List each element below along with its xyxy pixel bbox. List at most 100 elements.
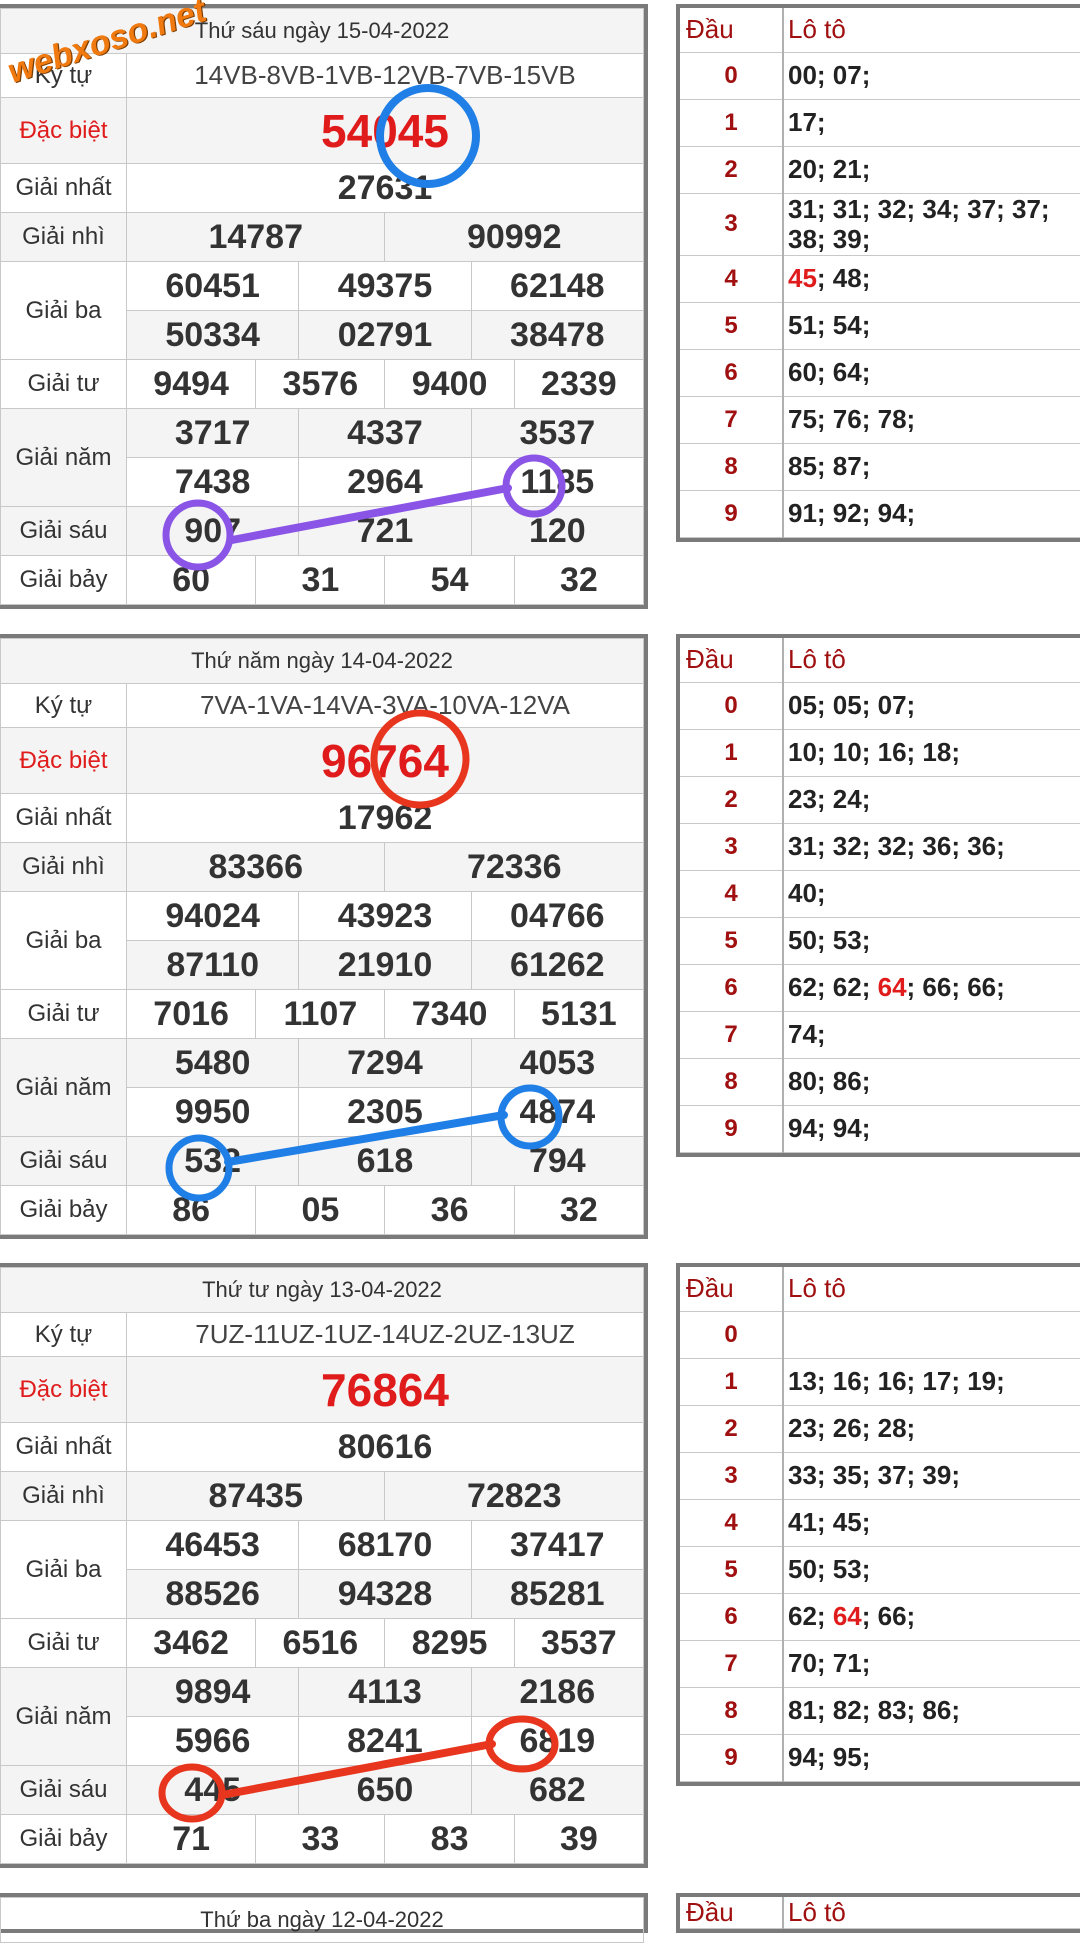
draws-2-third-3: 88526 [125,1569,300,1619]
draws-0-loto-6-v: 60; 64; [783,349,1080,397]
fifth-row: Giải năm 5480 7294 4053 [0,1038,645,1137]
draws-0-seventh-1: 31 [255,555,386,605]
draws-0-third-4: 02791 [298,310,472,360]
sixth-row: Giải sáu 532 618 794 [0,1136,645,1186]
draws-2-loto-2-v: 23; 26; 28; [783,1405,1080,1453]
draws-2-loto-5-v: 50; 53; [783,1546,1080,1594]
draws-0-loto-6-d: 6 [680,349,784,397]
first-row: Giải nhất 17962 [0,793,644,843]
draws-2-seventh-0: 71 [125,1814,257,1864]
first-row: Giải nhất 80616 [0,1422,644,1472]
draws-1-seventh-0: 86 [125,1185,257,1235]
labels-fourth: Giải tư [0,1618,127,1668]
loto-row: 5 50; 53; [680,1546,1080,1594]
draws-2-fifth-0: 9894 [125,1667,300,1717]
labels-seventh: Giải bảy [0,555,127,605]
loto-post: ; 48; [816,263,871,293]
draws-2-fourth-2: 8295 [384,1618,515,1668]
labels-fourth: Giải tư [0,359,127,409]
loto-row: 3 31; 32; 32; 36; 36; [680,823,1080,871]
seventh-row: Giải bảy 60 31 54 32 [0,555,645,605]
fourth-row: Giải tư 9494 3576 9400 2339 [0,359,645,409]
draws-1-sixth-1: 618 [298,1136,472,1186]
draws-1-loto-2-d: 2 [680,776,784,824]
draws-2-fourth-3: 3537 [513,1618,645,1668]
draws-2-loto-5-d: 5 [680,1546,784,1594]
loto-values: 62; 62; 64; 66; 66; [783,964,1080,1012]
draws-1-loto-5-d: 5 [680,917,784,965]
loto-row: 7 75; 76; 78; [680,396,1080,444]
loto-row: 7 70; 71; [680,1640,1080,1688]
draws-1-fifth-3: 9950 [125,1087,300,1137]
labels-code: Ký tự [0,683,127,728]
loto-row: 2 20; 21; [680,146,1080,194]
third-row: Giải ba 60451 49375 62148 [0,261,645,360]
draws-2-fifth-5: 6819 [470,1716,645,1766]
loto-table-1: Đầu Lô tô 0 00; 07; 1 17; 2 20; 21; 3 31; 31; 32;… [676,4,1080,542]
draws-2-second-0: 87435 [125,1471,386,1521]
loto-row: 6 62; 62; 64; 66; 66; [680,964,1080,1012]
draws-1-sixth-2: 794 [470,1136,645,1186]
fourth-row: Giải tư 7016 1107 7340 5131 [0,989,645,1039]
draws-0-fifth-3: 7438 [125,457,300,507]
draws-1-code: 7VA-1VA-14VA-3VA-10VA-12VA [126,683,644,728]
draws-2-loto-2-d: 2 [680,1405,784,1453]
draws-1-fourth-1: 1107 [255,989,386,1039]
draws-1-fifth-1: 7294 [298,1038,472,1088]
labels-loto_head: Đầu [680,638,784,683]
results-table-1: Thứ sáu ngày 15-04-2022 Ký tự 14VB-8VB-1VB… [0,4,648,609]
draws-0-first: 27631 [126,163,644,213]
draws-1-title: Thứ năm ngày 14-04-2022 [0,638,644,684]
draws-0-loto-8-v: 85; 87; [783,443,1080,491]
draws-0-loto-0-d: 0 [680,52,784,100]
draws-1-loto-5-v: 50; 53; [783,917,1080,965]
loto-row: 9 91; 92; 94; [680,490,1080,538]
loto-highlight: 64 [877,972,907,1002]
draws-0-loto-2-v: 20; 21; [783,146,1080,194]
loto-header-row: Đầu Lô tô [680,638,1080,683]
draws-2-loto-0-d: 0 [680,1311,784,1359]
third-row: Giải ba 46453 68170 37417 [0,1520,645,1619]
loto-highlight: 64 [832,1601,862,1631]
loto-row: 4 40; [680,870,1080,918]
labels-sixth: Giải sáu [0,506,127,556]
draws-1-seventh-1: 05 [255,1185,386,1235]
draws-0-fourth-0: 9494 [125,359,257,409]
draws-0-loto-2-d: 2 [680,146,784,194]
results-table-2: Thứ năm ngày 14-04-2022 Ký tự 7VA-1VA-14VA… [0,634,648,1239]
loto-table-2: Đầu Lô tô 0 05; 05; 07; 1 10; 10; 16; 18; 2 23;… [676,634,1080,1157]
second-row: Giải nhì 83366 72336 [0,842,644,892]
loto-values: 62; 64; 66; [783,1593,1080,1641]
loto-row: 4 41; 45; [680,1499,1080,1547]
labels-special: Đặc biệt [0,1356,127,1423]
loto-row: 0 00; 07; [680,52,1080,100]
labels-code: Ký tự [0,1312,127,1357]
draws-0-loto-8-d: 8 [680,443,784,491]
labels-fifth: Giải năm [0,1667,127,1766]
labels-loto_head: Đầu [680,1267,784,1312]
loto-row: 6 60; 64; [680,349,1080,397]
fourth-row: Giải tư 3462 6516 8295 3537 [0,1618,645,1668]
draws-2-fifth-3: 5966 [125,1716,300,1766]
draws-2-sixth-0: 445 [125,1765,300,1815]
draws-1-fifth-4: 2305 [298,1087,472,1137]
draws-2-third-4: 94328 [298,1569,472,1619]
loto-header-row: Đầu Lô tô [680,1267,1080,1312]
loto-row: 5 50; 53; [680,917,1080,965]
draws-0-seventh-0: 60 [125,555,257,605]
draws-2-loto-8-v: 81; 82; 83; 86; [783,1687,1080,1735]
draws-1-loto-3-v: 31; 32; 32; 36; 36; [783,823,1080,871]
loto-row: 7 74; [680,1011,1080,1059]
draws-0-fourth-2: 9400 [384,359,515,409]
draws-0-fifth-0: 3717 [125,408,300,458]
draws-1-sixth-0: 532 [125,1136,300,1186]
draws-0-loto-3-v: 31; 31; 32; 34; 37; 37; 38; 39; [783,193,1080,256]
draws-0-loto-5-d: 5 [680,302,784,350]
draws-2-loto-4-d: 4 [680,1499,784,1547]
draws-1-loto-1-v: 10; 10; 16; 18; [783,729,1080,777]
draws-1-loto-4-d: 4 [680,870,784,918]
labels-special: Đặc biệt [0,97,127,164]
draws-1-third-3: 87110 [125,940,300,990]
draws-2-loto-6-d: 6 [680,1593,784,1641]
labels-first: Giải nhất [0,1422,127,1472]
